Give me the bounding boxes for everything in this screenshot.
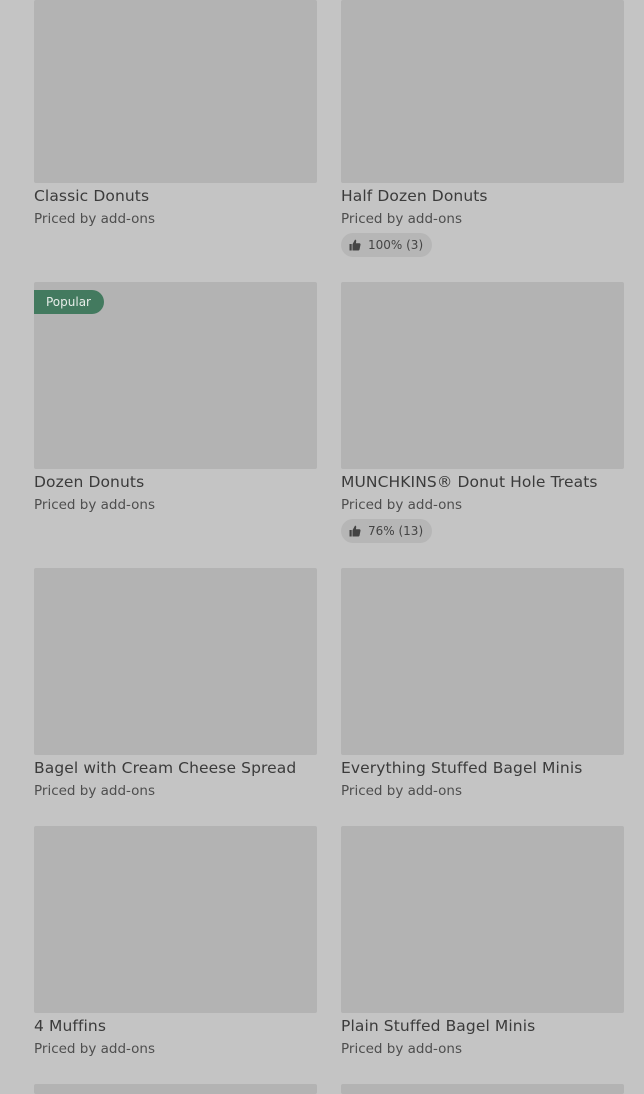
item-image[interactable] bbox=[341, 282, 624, 469]
thumbs-up-icon bbox=[349, 239, 361, 251]
rating-text: 100% (3) bbox=[368, 238, 424, 252]
item-title: 4 Muffins bbox=[34, 1017, 107, 1035]
rating-text: 76% (13) bbox=[368, 524, 424, 538]
item-title: Everything Stuffed Bagel Minis bbox=[341, 759, 583, 777]
item-image[interactable] bbox=[341, 0, 624, 183]
item-title: Bagel with Cream Cheese Spread bbox=[34, 759, 297, 777]
menu-item-card[interactable]: Classic Donuts Priced by add-ons bbox=[34, 0, 317, 227]
thumbs-up-icon bbox=[349, 525, 361, 537]
item-title: MUNCHKINS® Donut Hole Treats bbox=[341, 473, 598, 491]
item-image[interactable]: Popular bbox=[34, 282, 317, 469]
rating-pill: 76% (13) bbox=[341, 519, 433, 543]
menu-item-card[interactable]: Half Dozen Donuts Priced by add-ons 100%… bbox=[341, 0, 624, 257]
rating-pill: 100% (3) bbox=[341, 233, 433, 257]
item-title: Dozen Donuts bbox=[34, 473, 145, 491]
item-title: Plain Stuffed Bagel Minis bbox=[341, 1017, 536, 1035]
item-price: Priced by add-ons bbox=[341, 1041, 463, 1057]
menu-item-card[interactable]: Popular Dozen Donuts Priced by add-ons bbox=[34, 282, 317, 513]
item-price: Priced by add-ons bbox=[34, 1041, 156, 1057]
menu-item-card[interactable]: 4 Muffins Priced by add-ons bbox=[34, 826, 317, 1057]
menu-item-card[interactable]: Everything Stuffed Bagel Minis Priced by… bbox=[341, 568, 624, 799]
item-image-partial[interactable] bbox=[34, 1084, 317, 1094]
item-price: Priced by add-ons bbox=[341, 211, 463, 227]
popular-badge: Popular bbox=[34, 290, 104, 314]
item-image[interactable] bbox=[341, 826, 624, 1013]
item-image[interactable] bbox=[341, 568, 624, 755]
item-image[interactable] bbox=[34, 568, 317, 755]
item-price: Priced by add-ons bbox=[341, 783, 463, 799]
menu-item-card[interactable]: MUNCHKINS® Donut Hole Treats Priced by a… bbox=[341, 282, 624, 543]
item-image[interactable] bbox=[34, 826, 317, 1013]
item-price: Priced by add-ons bbox=[34, 783, 156, 799]
item-title: Half Dozen Donuts bbox=[341, 187, 488, 205]
item-title: Classic Donuts bbox=[34, 187, 150, 205]
item-price: Priced by add-ons bbox=[341, 497, 463, 513]
item-image-partial[interactable] bbox=[341, 1084, 624, 1094]
menu-item-card[interactable]: Plain Stuffed Bagel Minis Priced by add-… bbox=[341, 826, 624, 1057]
item-image[interactable] bbox=[34, 0, 317, 183]
item-price: Priced by add-ons bbox=[34, 211, 156, 227]
menu-item-card[interactable]: Bagel with Cream Cheese Spread Priced by… bbox=[34, 568, 317, 799]
item-price: Priced by add-ons bbox=[34, 497, 156, 513]
